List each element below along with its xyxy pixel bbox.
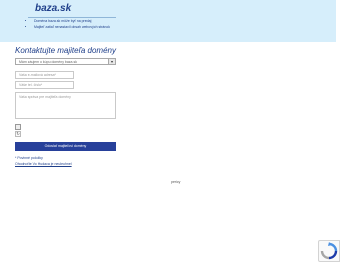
phone-field[interactable]: Váše tel. číslo* — [15, 81, 74, 89]
recaptcha-icon — [320, 242, 338, 260]
captcha-refresh-icon[interactable]: ↻ — [15, 131, 21, 137]
email-field[interactable]: Vaša e-mailová adresa* — [15, 71, 74, 79]
message-placeholder: Vaša správa pre majiteľa domény — [19, 95, 71, 99]
captcha-image — [15, 124, 21, 130]
email-placeholder: Vaša e-mailová adresa* — [19, 73, 56, 77]
select-value: Mám záujem o kúpu domény baza.sk — [19, 59, 77, 64]
info-line: Majiteľ zatiaľ nenastavil obsah webových… — [34, 24, 110, 30]
recaptcha-badge[interactable] — [318, 240, 340, 262]
message-textarea[interactable]: Vaša správa pre majiteľa domény — [15, 92, 116, 119]
footer-text: pericy — [171, 180, 181, 184]
domain-title: baza.sk — [35, 3, 72, 14]
chevron-down-icon[interactable]: ▾ — [108, 59, 115, 64]
required-note: * Povinné položky — [15, 156, 43, 160]
owner-link[interactable]: Ohodnoťte Vo Hudaca je neuleuhnel — [15, 162, 72, 166]
form-heading: Kontaktujte majiteľa domény — [15, 46, 116, 55]
info-list: Doména baza.sk môže byť na predaj Majite… — [26, 18, 110, 30]
phone-placeholder: Váše tel. číslo* — [19, 83, 43, 87]
header-banner: baza.sk Doména baza.sk môže byť na preda… — [0, 0, 336, 42]
interest-select[interactable]: Mám záujem o kúpu domény baza.sk ▾ — [15, 58, 116, 65]
submit-button[interactable]: Odoslať majiteľovi domény — [15, 142, 116, 151]
